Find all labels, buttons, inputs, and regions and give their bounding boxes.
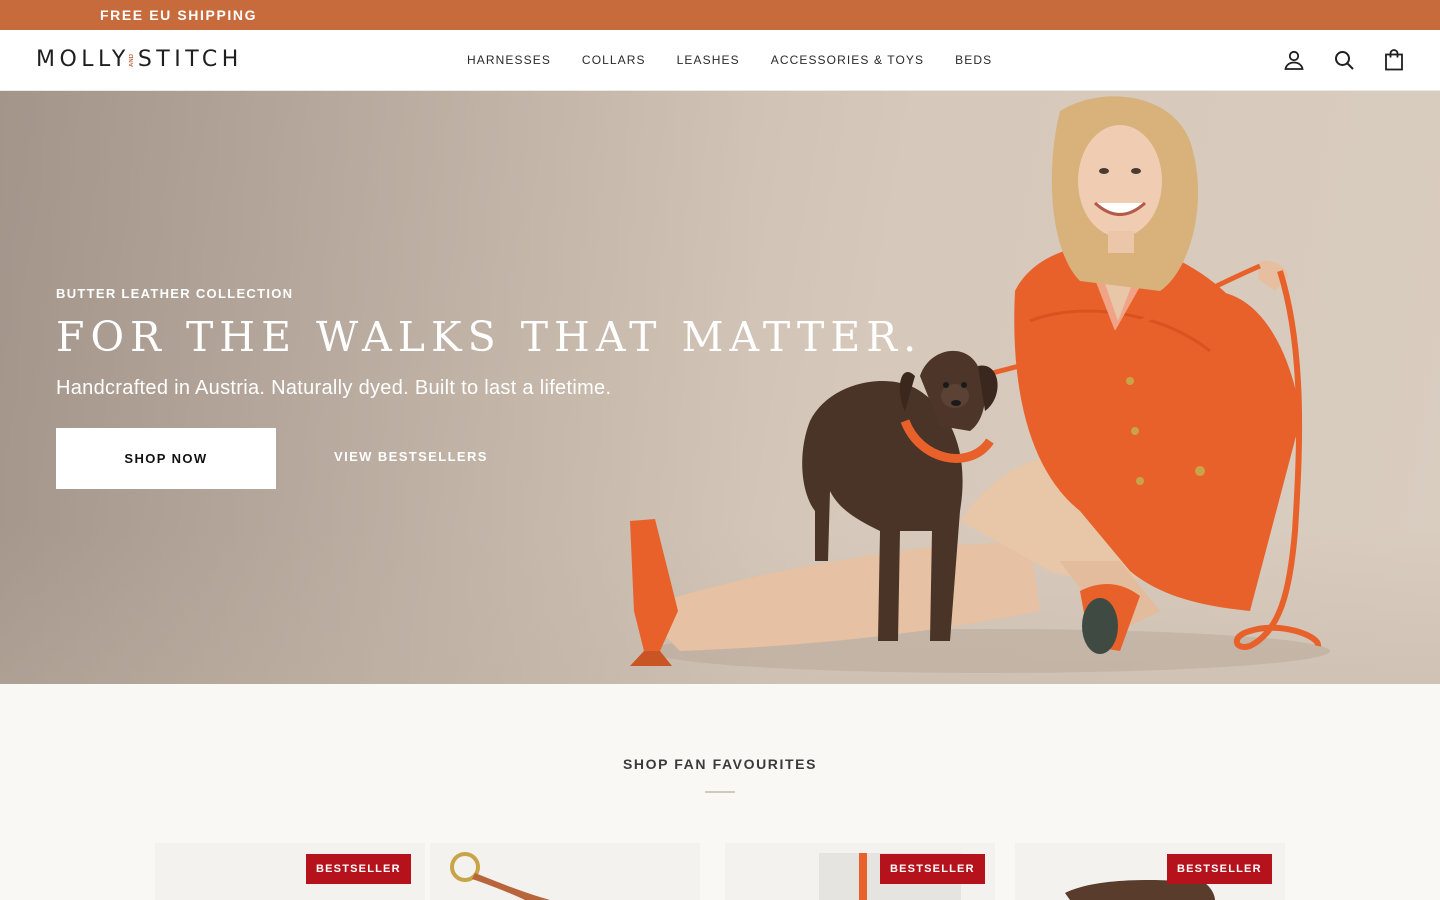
nav-item-beds[interactable]: BEDS xyxy=(955,53,992,67)
nav-item-collars[interactable]: COLLARS xyxy=(582,53,646,67)
nav-item-leashes[interactable]: LEASHES xyxy=(677,53,740,67)
brand-logo-connector: AND xyxy=(128,53,135,67)
product-card-1-image[interactable] xyxy=(430,843,700,900)
brand-logo-left: MOLLY xyxy=(36,47,130,72)
announcement-bar: FREE EU SHIPPING xyxy=(0,0,1440,30)
harness-image xyxy=(450,852,550,900)
product-card-1[interactable]: BESTSELLER xyxy=(155,843,425,900)
hero-eyebrow: BUTTER LEATHER COLLECTION xyxy=(56,286,294,301)
product-card-2[interactable]: BESTSELLER xyxy=(725,843,995,900)
hero-title: FOR THE WALKS THAT MATTER. xyxy=(56,313,923,361)
account-icon[interactable] xyxy=(1282,48,1306,72)
nav-item-harnesses[interactable]: HARNESSES xyxy=(467,53,551,67)
hero-photo xyxy=(630,96,1330,673)
bestseller-badge: BESTSELLER xyxy=(1167,854,1272,884)
site-header: MOLLY AND STITCH HARNESSES COLLARS LEASH… xyxy=(0,30,1440,91)
brand-logo[interactable]: MOLLY AND STITCH xyxy=(36,47,243,73)
product-card-3[interactable]: BESTSELLER xyxy=(1015,843,1285,900)
section-divider xyxy=(705,791,735,793)
shop-now-button[interactable]: SHOP NOW xyxy=(56,428,276,489)
search-icon[interactable] xyxy=(1332,48,1356,72)
bestseller-badge: BESTSELLER xyxy=(880,854,985,884)
hero-subtitle: Handcrafted in Austria. Naturally dyed. … xyxy=(56,377,612,399)
view-bestsellers-link[interactable]: VIEW BESTSELLERS xyxy=(334,449,488,464)
nav-item-accessories-toys[interactable]: ACCESSORIES & TOYS xyxy=(771,53,924,67)
bestseller-badge: BESTSELLER xyxy=(306,854,411,884)
cart-icon[interactable] xyxy=(1382,48,1406,72)
brand-logo-right: STITCH xyxy=(137,47,243,72)
section-title: SHOP FAN FAVOURITES xyxy=(622,756,818,772)
main-nav: HARNESSES COLLARS LEASHES ACCESSORIES & … xyxy=(467,30,992,90)
hero-banner: BUTTER LEATHER COLLECTION FOR THE WALKS … xyxy=(0,91,1440,684)
announcement-text: FREE EU SHIPPING xyxy=(100,7,258,23)
